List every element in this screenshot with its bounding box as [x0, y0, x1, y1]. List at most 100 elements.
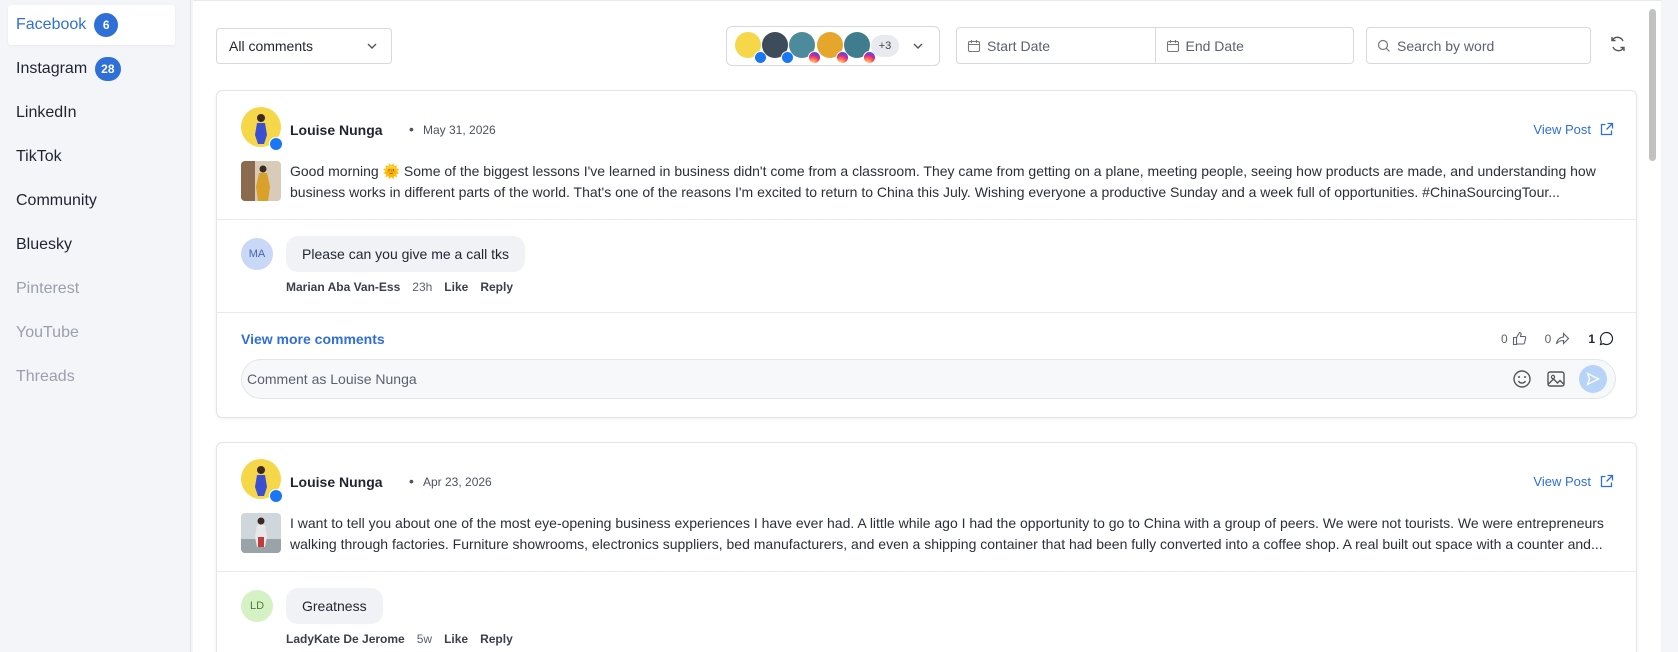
view-more-comments-link[interactable]: View more comments [241, 331, 385, 347]
sidebar-item-label: LinkedIn [16, 104, 77, 121]
separator-dot: • [409, 473, 414, 489]
comment-meta: Marian Aba Van-Ess 23h Like Reply [286, 280, 513, 294]
post-thumbnail[interactable] [241, 161, 281, 201]
view-post-link[interactable]: View Post [1533, 474, 1614, 489]
chevron-down-icon [913, 43, 923, 49]
comment-icon [1599, 331, 1614, 346]
sidebar-item-label: Pinterest [16, 280, 80, 297]
thumbs-up-icon [1512, 331, 1526, 346]
account-avatar [762, 32, 794, 64]
commenter-avatar: MA [241, 238, 273, 270]
post-date: Apr 23, 2026 [423, 475, 492, 489]
view-post-label: View Post [1533, 474, 1591, 489]
calendar-icon [1166, 39, 1179, 52]
main-panel: All comments +3 Start Date End Date Sear… [193, 0, 1661, 652]
facebook-icon [269, 137, 283, 151]
external-link-icon [1600, 122, 1614, 136]
account-avatar [844, 32, 876, 64]
like-button[interactable]: Like [444, 280, 468, 294]
sidebar: Facebook 6 Instagram 28 LinkedIn TikTok … [0, 0, 191, 652]
sidebar-item-label: Threads [16, 368, 75, 385]
send-button[interactable] [1579, 365, 1607, 393]
sidebar-item-label: YouTube [16, 324, 79, 341]
author-avatar [241, 107, 283, 151]
share-icon [1556, 332, 1570, 345]
toolbar: All comments +3 Start Date End Date Sear… [193, 1, 1661, 91]
view-post-label: View Post [1533, 122, 1591, 137]
commenter-name: Marian Aba Van-Ess [286, 280, 401, 294]
likes-stat: 0 [1501, 331, 1527, 346]
like-button[interactable]: Like [444, 632, 468, 646]
account-avatar [817, 32, 849, 64]
reply-button[interactable]: Reply [480, 632, 513, 646]
account-avatar [735, 32, 767, 64]
facebook-icon [269, 489, 283, 503]
sidebar-item-instagram[interactable]: Instagram 28 [8, 49, 175, 89]
separator-dot: • [409, 121, 414, 137]
emoji-icon[interactable] [1511, 368, 1533, 390]
reply-button[interactable]: Reply [480, 280, 513, 294]
commenter-avatar: LD [241, 590, 273, 622]
comments-stat: 1 [1588, 331, 1614, 346]
external-link-icon [1600, 474, 1614, 488]
post-thumbnail[interactable] [241, 513, 281, 553]
sidebar-item-bluesky[interactable]: Bluesky [8, 225, 175, 265]
shares-count: 0 [1544, 331, 1552, 346]
date-range-picker: Start Date End Date [956, 27, 1354, 64]
comments-count: 1 [1588, 331, 1595, 346]
comment-filter-value: All comments [229, 38, 314, 54]
post-card: Louise Nunga • Apr 23, 2026 View Post I … [216, 442, 1637, 652]
sidebar-item-label: Facebook [16, 16, 87, 33]
sidebar-item-pinterest: Pinterest [8, 269, 175, 309]
comment-time: 23h [412, 280, 433, 294]
sidebar-item-label: Community [16, 192, 97, 209]
comment-meta: LadyKate De Jerome 5w Like Reply [286, 632, 513, 646]
sidebar-item-tiktok[interactable]: TikTok [8, 137, 175, 177]
comment: MA Please can you give me a call tks Mar… [217, 220, 1636, 312]
account-selector[interactable]: +3 [726, 26, 940, 66]
post-header: Louise Nunga • Apr 23, 2026 View Post I … [217, 443, 1636, 571]
post-footer: View more comments 0 0 1 Comment as Loui… [217, 313, 1636, 415]
post-text: I want to tell you about one of the most… [290, 515, 1604, 552]
sidebar-item-label: TikTok [16, 148, 62, 165]
post-header: Louise Nunga • May 31, 2026 View Post Go… [217, 91, 1636, 219]
post-card: Louise Nunga • May 31, 2026 View Post Go… [216, 90, 1637, 418]
start-date-placeholder: Start Date [987, 37, 1051, 54]
send-icon [1586, 372, 1600, 386]
sidebar-item-label: Bluesky [16, 236, 73, 253]
refresh-icon[interactable] [1609, 35, 1627, 53]
post-date: May 31, 2026 [423, 123, 496, 137]
count-badge: 6 [94, 13, 119, 37]
author-name: Louise Nunga [290, 122, 383, 138]
account-avatar [789, 32, 821, 64]
end-date-input[interactable]: End Date [1154, 28, 1354, 63]
post-stats: 0 0 1 [1501, 331, 1614, 346]
image-icon[interactable] [1545, 368, 1567, 390]
comment-filter-select[interactable]: All comments [216, 28, 392, 64]
comment-input-placeholder: Comment as Louise Nunga [247, 371, 417, 387]
comment-time: 5w [416, 632, 433, 646]
calendar-icon [967, 39, 981, 52]
comment-bubble: Greatness [286, 588, 383, 624]
start-date-input[interactable]: Start Date [957, 28, 1155, 63]
chevron-down-icon [367, 43, 377, 49]
search-icon [1377, 39, 1390, 52]
commenter-name: LadyKate De Jerome [286, 632, 405, 646]
count-badge: 28 [95, 57, 121, 81]
scrollbar-thumb[interactable] [1649, 9, 1656, 161]
scrollbar[interactable] [1644, 1, 1661, 652]
author-avatar [241, 459, 283, 503]
sidebar-item-linkedin[interactable]: LinkedIn [8, 93, 175, 133]
comment: LD Greatness LadyKate De Jerome 5w Like … [217, 572, 1636, 652]
likes-count: 0 [1500, 331, 1508, 346]
search-placeholder: Search by word [1397, 37, 1495, 54]
post-text: Good morning 🌞 Some of the biggest lesso… [290, 163, 1596, 200]
sidebar-item-facebook[interactable]: Facebook 6 [8, 5, 175, 45]
comment-bubble: Please can you give me a call tks [286, 236, 525, 272]
author-name: Louise Nunga [290, 474, 383, 490]
view-post-link[interactable]: View Post [1533, 122, 1614, 137]
sidebar-item-community[interactable]: Community [8, 181, 175, 221]
comment-input[interactable]: Comment as Louise Nunga [241, 359, 1616, 399]
search-input[interactable]: Search by word [1366, 27, 1591, 64]
end-date-placeholder: End Date [1185, 37, 1244, 54]
